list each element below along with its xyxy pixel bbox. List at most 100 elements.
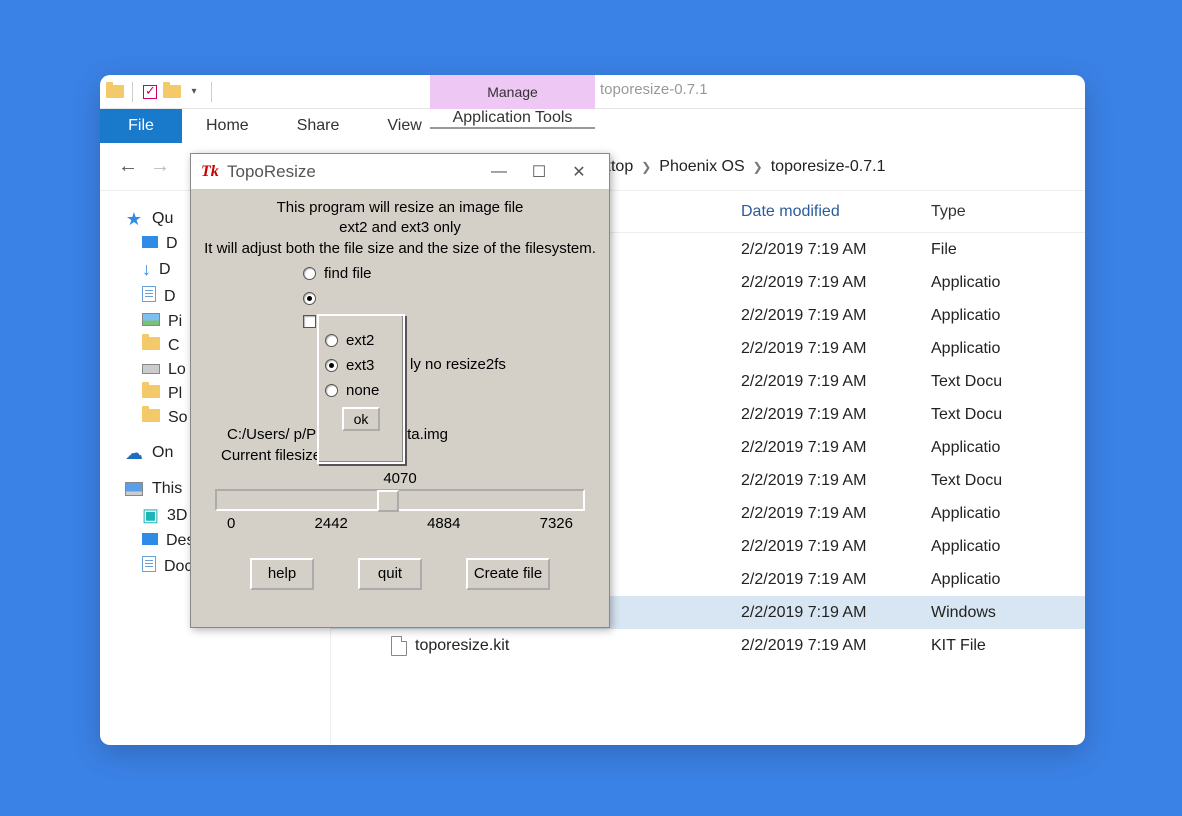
folder-icon	[142, 337, 160, 355]
help-button[interactable]: help	[250, 558, 314, 590]
cell-type: Applicatio	[931, 274, 1085, 292]
radio-icon	[325, 334, 338, 347]
ribbon-share-tab[interactable]: Share	[273, 109, 364, 143]
cell-date: 2/2/2019 7:19 AM	[741, 439, 931, 457]
sidebar-item-label: C	[168, 337, 180, 355]
intro-line1: This program will resize an image file	[195, 198, 605, 218]
documents-icon	[142, 556, 156, 577]
toporesize-dialog: Tk TopoResize — ☐ ✕ This program will re…	[190, 153, 610, 628]
folder-icon	[142, 385, 160, 403]
second-radio[interactable]	[303, 292, 609, 305]
titlebar: ▾ Manage toporesize-0.7.1	[100, 75, 1085, 109]
noresize-label: ly no resize2fs	[410, 356, 506, 373]
cell-date: 2/2/2019 7:19 AM	[741, 274, 931, 292]
minimize-button[interactable]: —	[479, 158, 519, 186]
table-row[interactable]: toporesize.kit2/2/2019 7:19 AMKIT File	[331, 629, 1085, 662]
ext3-radio[interactable]: ext3	[325, 357, 397, 374]
dialog-title: TopoResize	[227, 162, 479, 182]
desktop-icon	[142, 235, 158, 253]
ext2-label: ext2	[346, 332, 374, 349]
cell-date: 2/2/2019 7:19 AM	[741, 538, 931, 556]
chevron-right-icon: ❯	[753, 160, 763, 174]
size-slider[interactable]	[215, 489, 585, 511]
none-radio[interactable]: none	[325, 382, 397, 399]
cell-date: 2/2/2019 7:19 AM	[741, 604, 931, 622]
cell-type: Applicatio	[931, 505, 1085, 523]
radio-icon	[325, 384, 338, 397]
cell-date: 2/2/2019 7:19 AM	[741, 373, 931, 391]
maximize-button[interactable]: ☐	[519, 158, 559, 186]
none-label: none	[346, 382, 379, 399]
sidebar-item-label: D	[166, 235, 178, 253]
checkbox-icon	[303, 315, 316, 328]
pictures-icon	[142, 313, 160, 331]
intro-line3: It will adjust both the file size and th…	[195, 239, 605, 259]
file-icon	[391, 636, 407, 656]
ribbon-file-tab[interactable]: File	[100, 109, 182, 143]
quit-button[interactable]: quit	[358, 558, 422, 590]
filesystem-type-popup: ext2 ext3 none ok	[317, 314, 405, 464]
file-path-label: C:/Users/ p/Phoenix OS/data.img	[227, 426, 609, 443]
pc-icon	[124, 479, 144, 499]
ribbon-home-tab[interactable]: Home	[182, 109, 273, 143]
current-filesize-label: Current filesize: 0	[221, 447, 609, 464]
sidebar-item-label: Pl	[168, 385, 182, 403]
radio-icon	[303, 267, 316, 280]
create-file-button[interactable]: Create file	[466, 558, 550, 590]
close-button[interactable]: ✕	[559, 158, 599, 186]
cell-type: Applicatio	[931, 439, 1085, 457]
desktop-icon	[142, 532, 158, 550]
manage-contextual-tab[interactable]: Manage	[430, 75, 595, 109]
cell-date: 2/2/2019 7:19 AM	[741, 472, 931, 490]
cell-type: Text Docu	[931, 406, 1085, 424]
qat-dropdown-icon[interactable]: ▾	[185, 83, 203, 101]
slider-thumb[interactable]	[377, 490, 399, 512]
window-title: toporesize-0.7.1	[600, 81, 708, 98]
dialog-titlebar[interactable]: Tk TopoResize — ☐ ✕	[191, 154, 609, 190]
drive-icon	[142, 361, 160, 379]
column-type[interactable]: Type	[931, 203, 1085, 221]
tick-label: 7326	[540, 515, 573, 532]
ribbon-apptools-tab[interactable]: Application Tools	[430, 109, 595, 129]
find-file-label: find file	[324, 265, 372, 282]
slider-value-label: 4070	[191, 470, 609, 487]
crumb-toporesize[interactable]: toporesize-0.7.1	[767, 156, 890, 178]
radio-icon	[303, 292, 316, 305]
sidebar-item-label: Pi	[168, 313, 182, 331]
documents-icon	[142, 286, 156, 307]
new-folder-icon[interactable]	[163, 83, 181, 101]
ext2-radio[interactable]: ext2	[325, 332, 397, 349]
cell-type: Windows	[931, 604, 1085, 622]
tick-label: 2442	[315, 515, 348, 532]
cell-type: Applicatio	[931, 538, 1085, 556]
sidebar-item-label: D	[159, 261, 171, 279]
ext3-label: ext3	[346, 357, 374, 374]
cube-icon: ▣	[142, 505, 159, 526]
cell-type: Text Docu	[931, 373, 1085, 391]
cell-date: 2/2/2019 7:19 AM	[741, 505, 931, 523]
back-button[interactable]: ←	[112, 151, 144, 183]
cell-date: 2/2/2019 7:19 AM	[741, 637, 931, 655]
sidebar-item-label: D	[164, 288, 176, 306]
tk-icon: Tk	[201, 163, 219, 181]
intro-text: This program will resize an image file e…	[191, 198, 609, 259]
crumb-phoenixos[interactable]: Phoenix OS	[655, 156, 748, 178]
properties-icon[interactable]	[141, 83, 159, 101]
popup-ok-button[interactable]: ok	[342, 407, 380, 431]
column-date-modified[interactable]: Date modified	[741, 203, 931, 221]
onedrive-label: On	[152, 444, 173, 462]
quick-access-label: Qu	[152, 210, 173, 228]
find-file-radio[interactable]: find file	[303, 265, 609, 282]
folder-icon	[106, 83, 124, 101]
intro-line2: ext2 and ext3 only	[195, 218, 605, 238]
cell-date: 2/2/2019 7:19 AM	[741, 307, 931, 325]
thispc-label: This	[152, 480, 182, 498]
file-name: toporesize.kit	[415, 637, 509, 655]
forward-button[interactable]: →	[144, 151, 176, 183]
tick-label: 4884	[427, 515, 460, 532]
folder-icon	[142, 409, 160, 427]
separator	[211, 82, 212, 102]
cell-date: 2/2/2019 7:19 AM	[741, 406, 931, 424]
chevron-right-icon: ❯	[641, 160, 651, 174]
cell-date: 2/2/2019 7:19 AM	[741, 340, 931, 358]
